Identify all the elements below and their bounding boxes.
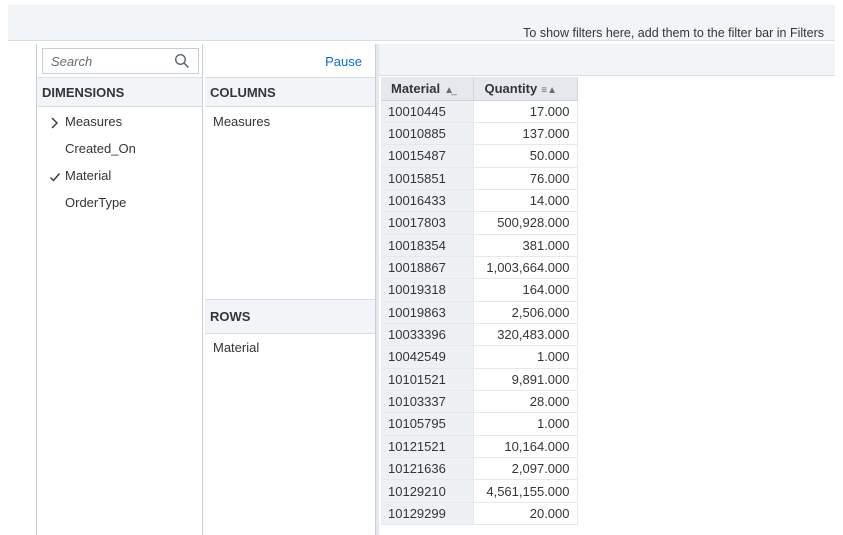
quantity-cell: 20.000 (473, 502, 578, 526)
grid-toolbar (379, 44, 835, 76)
material-cell: 10033396 (381, 323, 474, 347)
quantity-cell: 14.000 (473, 189, 578, 213)
material-cell: 10010885 (381, 122, 474, 146)
material-cell: 10101521 (381, 368, 474, 391)
quantity-cell: 2,506.000 (473, 301, 578, 324)
dimension-label: Created_On (65, 141, 136, 156)
table-row[interactable]: 10042549 1.000 (381, 345, 578, 369)
columns-item-measures[interactable]: Measures (213, 114, 270, 129)
material-cell: 10042549 (381, 345, 474, 369)
quantity-cell: 2,097.000 (473, 457, 578, 481)
table-row[interactable]: 10019863 2,506.000 (381, 301, 578, 324)
table-row[interactable]: 10121521 10,164.000 (381, 435, 578, 459)
material-cell: 10018867 (381, 256, 474, 280)
column-header-quantity[interactable]: Quantity ≡▲ (473, 77, 578, 101)
quantity-cell: 1.000 (473, 345, 578, 369)
material-cell: 10129210 (381, 479, 474, 503)
material-cell: 10105795 (381, 412, 474, 436)
material-cell: 10015851 (381, 167, 474, 190)
material-cell: 10019318 (381, 278, 474, 302)
quantity-cell: 10,164.000 (473, 435, 578, 459)
column-header-material[interactable]: Material ▲̲ (381, 77, 474, 101)
dimension-item-measures[interactable]: Measures (37, 108, 202, 135)
quantity-cell: 320,483.000 (473, 323, 578, 347)
quantity-cell: 50.000 (473, 144, 578, 168)
search-input[interactable] (43, 49, 171, 73)
dimension-item-material[interactable]: Material (37, 162, 202, 189)
table-row[interactable]: 10105795 1.000 (381, 412, 578, 436)
quantity-cell: 76.000 (473, 167, 578, 190)
table-row[interactable]: 10129210 4,561,155.000 (381, 479, 578, 503)
pause-button[interactable]: Pause (325, 54, 362, 69)
quantity-cell: 17.000 (473, 100, 578, 123)
table-header-row: Material ▲̲ Quantity ≡▲ (381, 77, 578, 101)
material-cell: 10017803 (381, 211, 474, 235)
material-cell: 10015487 (381, 144, 474, 168)
table-row[interactable]: 10015851 76.000 (381, 167, 578, 190)
material-cell: 10121636 (381, 457, 474, 481)
table-row[interactable]: 10019318 164.000 (381, 278, 578, 302)
dimension-list: Measures Created_On Material OrderType (37, 108, 202, 216)
material-cell: 10121521 (381, 435, 474, 459)
material-cell: 10018354 (381, 234, 474, 257)
quantity-cell: 137.000 (473, 122, 578, 146)
material-cell: 10016433 (381, 189, 474, 213)
quantity-cell: 500,928.000 (473, 211, 578, 235)
search-icon[interactable] (174, 53, 190, 69)
table-row[interactable]: 10017803 500,928.000 (381, 211, 578, 235)
checkmark-icon (48, 162, 62, 189)
chevron-right-icon[interactable] (48, 108, 62, 135)
dimension-item-ordertype[interactable]: OrderType (37, 189, 202, 216)
table-row[interactable]: 10015487 50.000 (381, 144, 578, 168)
table-row[interactable]: 10018867 1,003,664.000 (381, 256, 578, 280)
dimensions-header: DIMENSIONS (37, 77, 202, 107)
rows-header: ROWS (205, 299, 375, 334)
dimension-label: Measures (65, 114, 123, 129)
table-row[interactable]: 10101521 9,891.000 (381, 368, 578, 391)
filter-bar: To show filters here, add them to the fi… (8, 5, 835, 41)
material-cell: 10019863 (381, 301, 474, 324)
quantity-cell: 4,561,155.000 (473, 479, 578, 503)
table-row[interactable]: 10010885 137.000 (381, 122, 578, 146)
table-row[interactable]: 10033396 320,483.000 (381, 323, 578, 347)
result-table: Material ▲̲ Quantity ≡▲ 10010445 17.000 100… (381, 77, 578, 526)
table-row[interactable]: 10129299 20.000 (381, 502, 578, 526)
dimensions-panel: DIMENSIONS Measures Created_On Material … (36, 44, 203, 535)
table-row[interactable]: 10103337 28.000 (381, 390, 578, 414)
panel-splitter[interactable] (376, 44, 379, 535)
layout-panel: Pause COLUMNS Measures ROWS Material (205, 44, 376, 535)
table-row[interactable]: 10018354 381.000 (381, 234, 578, 257)
dimension-label: OrderType (65, 195, 127, 210)
quantity-cell: 1,003,664.000 (473, 256, 578, 280)
sort-filter-icon[interactable]: ≡▲ (541, 85, 557, 96)
dimension-item-created-on[interactable]: Created_On (37, 135, 202, 162)
rows-item-material[interactable]: Material (213, 340, 259, 355)
columns-header: COLUMNS (205, 77, 375, 107)
quantity-cell: 381.000 (473, 234, 578, 257)
material-cell: 10010445 (381, 100, 474, 123)
quantity-cell: 9,891.000 (473, 368, 578, 391)
quantity-cell: 164.000 (473, 278, 578, 302)
sort-ascending-icon[interactable]: ▲̲ (444, 85, 454, 96)
table-row[interactable]: 10121636 2,097.000 (381, 457, 578, 481)
table-row[interactable]: 10010445 17.000 (381, 100, 578, 123)
query-builder: DIMENSIONS Measures Created_On Material … (36, 44, 835, 535)
dimension-label: Material (65, 168, 112, 183)
table-row[interactable]: 10016433 14.000 (381, 189, 578, 213)
material-cell: 10103337 (381, 390, 474, 414)
material-cell: 10129299 (381, 502, 474, 526)
search-box[interactable] (42, 48, 199, 74)
quantity-cell: 1.000 (473, 412, 578, 436)
quantity-cell: 28.000 (473, 390, 578, 414)
filter-bar-message: To show filters here, add them to the fi… (523, 26, 824, 40)
